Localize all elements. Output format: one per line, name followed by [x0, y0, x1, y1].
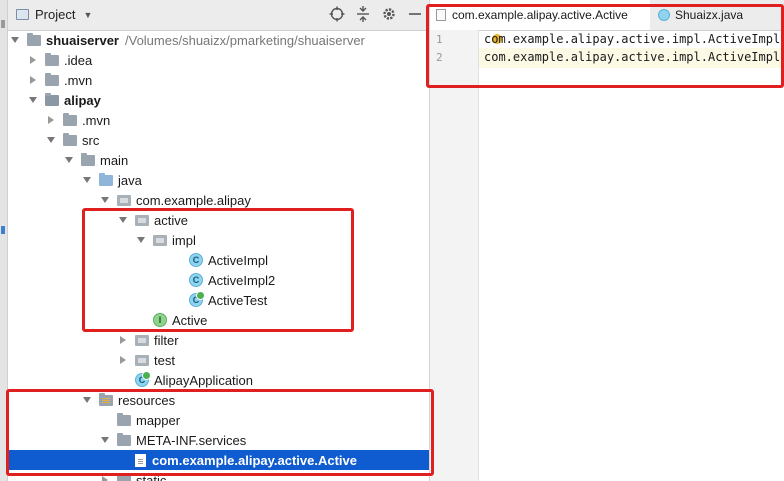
collapse-arrow-icon[interactable]: [116, 333, 130, 347]
project-icon: [16, 9, 29, 20]
tree-item-path: /Volumes/shuaizx/pmarketing/shuaiserver: [125, 32, 365, 48]
collapse-arrow-icon[interactable]: [26, 53, 40, 67]
tree-item-label: test: [154, 352, 175, 368]
tree-item[interactable]: com.example.alipay: [8, 190, 429, 210]
class-run-icon: C: [135, 371, 151, 387]
project-title: Project: [35, 7, 76, 22]
tree-item[interactable]: src: [8, 130, 429, 150]
tree-item[interactable]: .idea: [8, 50, 429, 70]
tree-item-label: com.example.alipay: [136, 192, 251, 208]
tree-item[interactable]: alipay: [8, 90, 429, 110]
tree-item-label: java: [118, 172, 142, 188]
expand-arrow-icon[interactable]: [62, 153, 76, 167]
tool-strip-marker: [1, 20, 5, 28]
folder-icon: [45, 72, 59, 86]
line-gutter: 1 2: [430, 30, 479, 481]
package-icon: [117, 194, 131, 206]
tree-item[interactable]: .mvn: [8, 70, 429, 90]
expand-arrow-icon[interactable]: [98, 193, 112, 207]
tree-item-label: alipay: [64, 92, 101, 108]
folder-icon: [81, 152, 95, 166]
module-folder-icon: [45, 92, 59, 106]
collapse-arrow-icon[interactable]: [116, 353, 130, 367]
folder-icon: [27, 32, 41, 46]
expand-arrow-icon[interactable]: [80, 173, 94, 187]
tree-item-label: src: [82, 132, 100, 148]
folder-icon: [63, 132, 77, 146]
tree-item-label: .mvn: [82, 112, 111, 128]
tree-item[interactable]: C AlipayApplication: [8, 370, 429, 390]
highlight-box-resources: [6, 389, 434, 476]
tree-item-label: shuaiserver: [46, 32, 119, 48]
tree-item-label: AlipayApplication: [154, 372, 254, 388]
tree-item-label: filter: [154, 332, 179, 348]
collapse-arrow-icon[interactable]: [44, 113, 58, 127]
minimize-icon[interactable]: [407, 6, 423, 22]
tree-item-label: main: [100, 152, 129, 168]
expand-arrow-icon[interactable]: [26, 93, 40, 107]
folder-icon: [45, 52, 59, 66]
project-toolbar: Project ▼: [8, 0, 429, 31]
highlight-box-editor: [426, 4, 784, 88]
expand-arrow-icon[interactable]: [8, 33, 22, 47]
package-icon: [135, 334, 149, 346]
tree-item[interactable]: java: [8, 170, 429, 190]
folder-icon: [63, 112, 77, 126]
tree-item[interactable]: .mvn: [8, 110, 429, 130]
tree-item[interactable]: main: [8, 150, 429, 170]
tool-strip-marker: [1, 226, 5, 234]
highlight-box-active-package: [82, 208, 354, 332]
tree-item[interactable]: shuaiserver/Volumes/shuaizx/pmarketing/s…: [8, 30, 429, 50]
expand-arrow-icon[interactable]: [44, 133, 58, 147]
source-folder-icon: [99, 172, 113, 186]
collapse-arrow-icon[interactable]: [26, 73, 40, 87]
tree-item-label: .mvn: [64, 72, 93, 88]
package-icon: [135, 354, 149, 366]
tree-item[interactable]: test: [8, 350, 429, 370]
locate-target-icon[interactable]: [329, 6, 345, 22]
gear-icon[interactable]: [381, 6, 397, 22]
chevron-down-icon: ▼: [83, 9, 93, 20]
project-view-selector[interactable]: Project ▼: [16, 7, 92, 22]
tree-item-label: .idea: [64, 52, 93, 68]
collapse-all-icon[interactable]: [355, 6, 371, 22]
tree-item[interactable]: filter: [8, 330, 429, 350]
